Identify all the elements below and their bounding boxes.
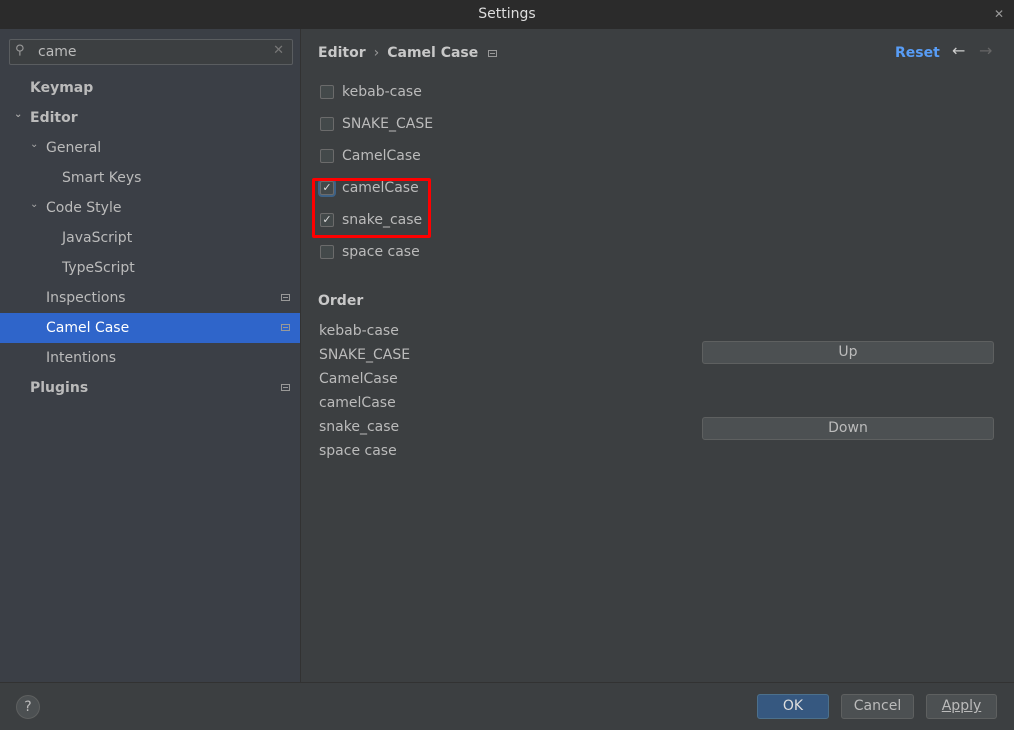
tree-item-code-style[interactable]: ⌄ Code Style bbox=[0, 193, 300, 223]
highlight-box bbox=[312, 178, 431, 238]
project-page-icon bbox=[281, 294, 290, 301]
breadcrumb-parent: Editor bbox=[318, 45, 366, 61]
tree-item-plugins[interactable]: Plugins bbox=[0, 373, 300, 403]
tree-item-label: TypeScript bbox=[62, 260, 135, 276]
breadcrumb-separator: › bbox=[373, 45, 380, 61]
help-button[interactable]: ? bbox=[16, 695, 40, 719]
project-page-icon bbox=[281, 324, 290, 331]
checkbox-unchecked-icon[interactable] bbox=[320, 117, 334, 131]
tree-item-inspections[interactable]: Inspections bbox=[0, 283, 300, 313]
tree-item-keymap[interactable]: Keymap bbox=[0, 73, 300, 103]
checkbox-kebab-case[interactable]: kebab-case bbox=[320, 82, 422, 102]
reset-link[interactable]: Reset bbox=[895, 45, 940, 61]
tree-item-label: Inspections bbox=[46, 290, 126, 306]
chevron-down-icon[interactable]: ⌄ bbox=[30, 190, 38, 220]
tree-item-label: Smart Keys bbox=[62, 170, 142, 186]
tree-item-general[interactable]: ⌄ General bbox=[0, 133, 300, 163]
checkbox-unchecked-icon[interactable] bbox=[320, 85, 334, 99]
checkbox-camelcase[interactable]: CamelCase bbox=[320, 146, 421, 166]
tree-item-label: Code Style bbox=[46, 200, 122, 216]
tree-item-label: General bbox=[46, 140, 102, 156]
tree-item-label: Plugins bbox=[30, 380, 89, 396]
tree-item-javascript[interactable]: JavaScript bbox=[0, 223, 300, 253]
tree-item-camel-case[interactable]: Camel Case bbox=[0, 313, 300, 343]
order-list-item[interactable]: space case bbox=[319, 439, 397, 463]
checkbox-unchecked-icon[interactable] bbox=[320, 245, 334, 259]
chevron-down-icon[interactable]: ⌄ bbox=[30, 130, 38, 160]
tree-item-label: Keymap bbox=[30, 80, 94, 96]
order-list-item[interactable]: snake_case bbox=[319, 415, 399, 439]
search-field[interactable]: ⚲ ✕ bbox=[9, 39, 293, 65]
checkbox-label: SNAKE_CASE bbox=[342, 116, 434, 132]
tree-item-label: Editor bbox=[30, 110, 78, 126]
checkbox-label: kebab-case bbox=[342, 84, 422, 100]
tree-item-label: Intentions bbox=[46, 350, 117, 366]
breadcrumb: Editor › Camel Case bbox=[318, 45, 498, 61]
checkbox-label: CamelCase bbox=[342, 148, 421, 164]
tree-item-typescript[interactable]: TypeScript bbox=[0, 253, 300, 283]
forward-arrow-icon[interactable]: → bbox=[979, 41, 992, 60]
order-title: Order bbox=[318, 293, 364, 309]
search-input[interactable] bbox=[38, 42, 268, 62]
project-page-icon bbox=[281, 384, 290, 391]
back-arrow-icon[interactable]: ← bbox=[952, 41, 965, 60]
window-title: Settings bbox=[478, 6, 536, 22]
tree-item-label: JavaScript bbox=[62, 230, 133, 246]
tree-item-intentions[interactable]: Intentions bbox=[0, 343, 300, 373]
order-list-item[interactable]: kebab-case bbox=[319, 319, 399, 343]
up-button[interactable]: Up bbox=[702, 341, 994, 364]
order-list-item[interactable]: camelCase bbox=[319, 391, 396, 415]
chevron-down-icon[interactable]: ⌄ bbox=[14, 100, 22, 130]
clear-icon[interactable]: ✕ bbox=[273, 43, 284, 58]
tree-item-editor[interactable]: ⌄ Editor bbox=[0, 103, 300, 133]
settings-tree: Keymap ⌄ Editor ⌄ General Smart Keys ⌄ Code Sty… bbox=[0, 73, 300, 403]
checkbox-space-case[interactable]: space case bbox=[320, 242, 420, 262]
sidebar: ⚲ ✕ Keymap ⌄ Editor ⌄ General Smart Keys ⌄ Code… bbox=[0, 29, 301, 682]
checkbox-unchecked-icon[interactable] bbox=[320, 149, 334, 163]
project-page-icon bbox=[488, 49, 498, 57]
tree-item-label: Camel Case bbox=[46, 320, 130, 336]
footer: ? OK Cancel Apply bbox=[0, 682, 1014, 730]
tree-item-smart-keys[interactable]: Smart Keys bbox=[0, 163, 300, 193]
close-icon[interactable]: ✕ bbox=[994, 0, 1004, 29]
title-bar: Settings ✕ bbox=[0, 0, 1014, 29]
main-panel: Editor › Camel Case Reset ← → kebab-case SN… bbox=[302, 29, 1014, 682]
ok-button[interactable]: OK bbox=[757, 694, 829, 719]
order-list-item[interactable]: SNAKE_CASE bbox=[319, 343, 410, 367]
apply-button[interactable]: Apply bbox=[926, 694, 997, 719]
checkbox-snake_case[interactable]: SNAKE_CASE bbox=[320, 114, 433, 134]
search-icon: ⚲ bbox=[15, 43, 25, 58]
order-list-item[interactable]: CamelCase bbox=[319, 367, 398, 391]
breadcrumb-current: Camel Case bbox=[387, 45, 479, 61]
down-button[interactable]: Down bbox=[702, 417, 994, 440]
cancel-button[interactable]: Cancel bbox=[841, 694, 914, 719]
checkbox-label: space case bbox=[342, 244, 420, 260]
